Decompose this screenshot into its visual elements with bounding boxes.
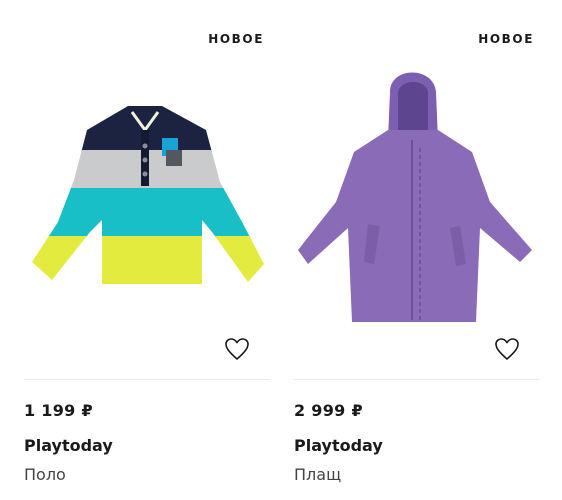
product-card[interactable]: НОВОЕ 2 999 ₽ Playtoday Плащ	[294, 0, 540, 500]
favorite-button[interactable]	[224, 337, 250, 361]
product-brand[interactable]: Playtoday	[294, 436, 383, 455]
product-price: 2 999 ₽	[294, 401, 363, 420]
product-type: Поло	[24, 465, 66, 484]
heart-outline-icon	[225, 338, 249, 360]
new-badge: НОВОЕ	[478, 32, 534, 46]
product-image[interactable]	[294, 52, 540, 342]
product-brand[interactable]: Playtoday	[24, 436, 113, 455]
product-type: Плащ	[294, 465, 342, 484]
favorite-button[interactable]	[494, 337, 520, 361]
divider	[24, 379, 270, 380]
polo-shirt-icon	[32, 106, 264, 284]
heart-outline-icon	[495, 338, 519, 360]
product-image[interactable]	[24, 52, 270, 342]
new-badge: НОВОЕ	[208, 32, 264, 46]
product-price: 1 199 ₽	[24, 401, 93, 420]
product-card[interactable]: НОВОЕ 1 199 ₽ Playtoday Поло	[24, 0, 270, 500]
divider	[294, 379, 540, 380]
raincoat-icon	[298, 72, 532, 322]
